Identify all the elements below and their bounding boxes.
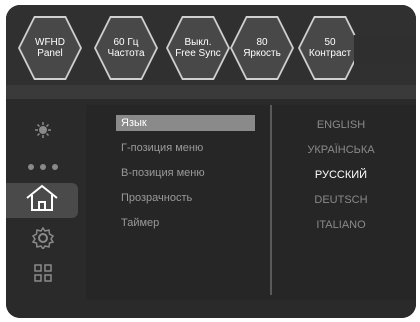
gear-icon: [31, 226, 55, 254]
tile-label: Частота: [107, 48, 145, 59]
frequency-tile: 60 Гц Частота: [94, 16, 158, 80]
grid-icon: [34, 264, 52, 287]
home-icon: [25, 184, 59, 217]
language-option[interactable]: ENGLISH: [276, 119, 406, 131]
content-panel: Язык Г-позиция меню В-позиция меню Прозр…: [86, 105, 416, 310]
decorative-band: [354, 35, 416, 65]
language-option[interactable]: DEUTSCH: [276, 194, 406, 206]
language-option[interactable]: ITALIANO: [276, 219, 406, 231]
monitor-osd: WFHD Panel 60 Гц Частота Выкл. Free Sync…: [6, 5, 416, 318]
tile-value: Выкл.: [184, 37, 212, 48]
tile-label: Free Sync: [175, 48, 221, 59]
tile-value: 80: [256, 37, 268, 48]
freesync-tile: Выкл. Free Sync: [166, 16, 230, 80]
sidebar-item-home[interactable]: [6, 183, 78, 218]
tile-label: Яркость: [243, 48, 281, 59]
sidebar-item-more[interactable]: [6, 150, 80, 185]
tile-label: Panel: [37, 48, 63, 59]
language-option[interactable]: УКРАЇНСЬКА: [276, 144, 406, 156]
sidebar-item-settings[interactable]: [6, 223, 80, 258]
tile-label: Контраст: [308, 48, 352, 59]
sidebar-item-brightness[interactable]: [6, 115, 80, 150]
tile-value: WFHD: [35, 37, 65, 48]
status-strip: WFHD Panel 60 Гц Частота Выкл. Free Sync…: [6, 5, 416, 85]
contrast-tile: 50 Контраст: [298, 16, 362, 80]
more-dots-icon: [23, 159, 63, 177]
vertical-divider: [270, 105, 272, 295]
menu-item-h-position[interactable]: Г-позиция меню: [116, 140, 255, 156]
menu-item-transparency[interactable]: Прозрачность: [116, 190, 255, 206]
panel-tile: WFHD Panel: [18, 16, 82, 80]
brightness-icon: [34, 121, 52, 144]
menu-item-v-position[interactable]: В-позиция меню: [116, 165, 255, 181]
bottom-bar: [6, 300, 416, 318]
menu-item-timer[interactable]: Таймер: [116, 215, 255, 231]
tile-value: 60 Гц: [113, 37, 139, 48]
menu-item-language[interactable]: Язык: [116, 115, 255, 131]
divider: [6, 85, 416, 99]
sidebar: [6, 105, 80, 305]
sidebar-item-grid[interactable]: [6, 258, 80, 293]
brightness-tile: 80 Яркость: [230, 16, 294, 80]
tile-value: 50: [324, 37, 336, 48]
language-option-selected[interactable]: РУССКИЙ: [276, 169, 406, 181]
